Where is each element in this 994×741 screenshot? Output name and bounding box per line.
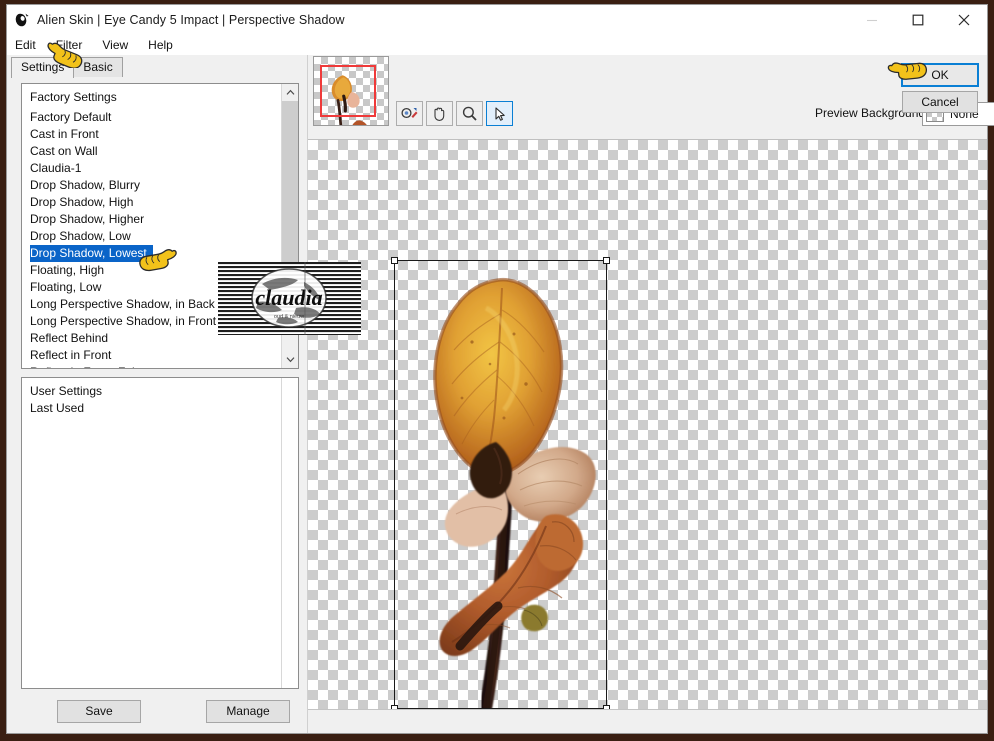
list-item[interactable]: Last Used — [22, 400, 281, 417]
list-item[interactable]: Cast on Wall — [22, 143, 281, 160]
preview-panel: Preview Background: None OK Cancel — [307, 55, 994, 733]
user-settings-divider — [281, 378, 282, 688]
user-settings-listbox[interactable]: User Settings Last Used — [21, 377, 299, 689]
tab-basic[interactable]: Basic — [73, 57, 123, 77]
list-item[interactable]: Factory Default — [22, 109, 281, 126]
close-icon[interactable] — [941, 5, 987, 35]
title-bar: Alien Skin | Eye Candy 5 Impact | Perspe… — [7, 5, 987, 35]
selection-handle-top-left[interactable] — [391, 257, 398, 264]
navigator-viewport-rect[interactable] — [320, 65, 376, 117]
menu-item-edit[interactable]: Edit — [15, 38, 47, 52]
settings-listbox[interactable]: Factory Settings Factory Default Cast in… — [21, 83, 299, 369]
zoom-magnifier-icon[interactable] — [456, 101, 483, 126]
list-item[interactable]: Reflect Behind — [22, 330, 281, 347]
list-item[interactable]: User Settings — [22, 383, 281, 400]
plugin-window: Alien Skin | Eye Candy 5 Impact | Perspe… — [6, 4, 994, 734]
menu-item-view[interactable]: View — [102, 38, 139, 52]
settings-panel: Settings Basic Factory Settings Factory … — [7, 55, 307, 733]
window-title: Alien Skin | Eye Candy 5 Impact | Perspe… — [37, 13, 345, 27]
screenshot-root: Alien Skin | Eye Candy 5 Impact | Perspe… — [0, 0, 994, 741]
tab-strip: Settings Basic — [7, 55, 307, 78]
list-item[interactable]: Long Perspective Shadow, in Front — [22, 313, 281, 330]
settings-list-scrollbar[interactable] — [281, 84, 298, 368]
tab-settings[interactable]: Settings — [11, 57, 75, 78]
list-item[interactable]: Drop Shadow, Low — [22, 228, 281, 245]
list-item[interactable]: Drop Shadow, Higher — [22, 211, 281, 228]
list-item[interactable]: Floating, Low — [22, 279, 281, 296]
list-item[interactable]: Drop Shadow, Blurry — [22, 177, 281, 194]
tool-buttons — [396, 101, 513, 126]
chevron-up-icon[interactable] — [282, 84, 298, 101]
cancel-button[interactable]: Cancel — [902, 91, 978, 113]
hand-pan-icon[interactable] — [426, 101, 453, 126]
chevron-down-icon[interactable] — [282, 351, 298, 368]
navigator-thumbnail[interactable] — [313, 56, 389, 126]
menu-item-filter[interactable]: Filter — [56, 38, 94, 52]
maximize-icon[interactable] — [895, 5, 941, 35]
menu-bar: Edit Filter View Help — [7, 35, 987, 55]
list-item[interactable]: Floating, High — [22, 262, 281, 279]
settings-button-row: Save Manage — [7, 689, 307, 733]
user-settings-list: User Settings Last Used — [22, 378, 281, 688]
selection-bounding-box[interactable] — [391, 257, 610, 709]
window-controls — [849, 5, 987, 35]
selection-handle-top-right[interactable] — [603, 257, 610, 264]
save-button[interactable]: Save — [57, 699, 141, 723]
list-item[interactable]: Claudia-1 — [22, 160, 281, 177]
list-item[interactable]: Cast in Front — [22, 126, 281, 143]
preview-canvas[interactable] — [308, 139, 987, 709]
arrow-select-icon[interactable] — [486, 101, 513, 126]
status-message-area — [308, 710, 994, 733]
list-item-selected[interactable]: Drop Shadow, Lowest — [30, 245, 153, 262]
alien-skin-icon — [13, 11, 31, 29]
list-item[interactable]: Factory Settings — [22, 89, 281, 106]
list-item[interactable]: Long Perspective Shadow, in Back — [22, 296, 281, 313]
minimize-icon[interactable] — [849, 5, 895, 35]
preview-toolbar: Preview Background: None OK Cancel — [308, 55, 994, 139]
manage-button[interactable]: Manage — [206, 699, 290, 723]
scrollbar-track[interactable] — [282, 101, 298, 351]
list-item[interactable]: Reflect in Front — [22, 347, 281, 364]
list-item[interactable]: Drop Shadow, High — [22, 194, 281, 211]
list-item[interactable]: Reflect in Front, Faint — [22, 364, 281, 368]
ok-button[interactable]: OK — [901, 63, 979, 87]
settings-list: Factory Settings Factory Default Cast in… — [22, 84, 281, 368]
dialog-body: Settings Basic Factory Settings Factory … — [7, 55, 994, 733]
status-bar: 100% — [308, 709, 987, 733]
menu-item-help[interactable]: Help — [148, 38, 184, 52]
list-item-selected-wrapper: Drop Shadow, Lowest — [22, 245, 281, 262]
color-picker-icon[interactable] — [396, 101, 423, 126]
scrollbar-thumb[interactable] — [282, 101, 298, 296]
